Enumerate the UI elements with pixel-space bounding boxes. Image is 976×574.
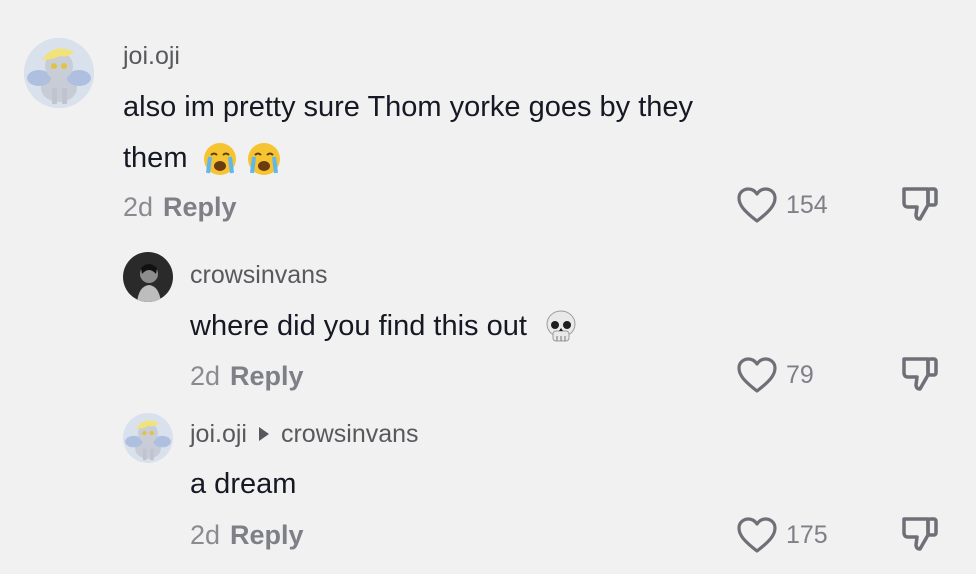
- comment-meta: 2d Reply: [123, 192, 237, 223]
- comment-username-row: joi.oji crowsinvans: [190, 420, 419, 449]
- like-count: 175: [786, 520, 828, 549]
- comment-text-line: where did you find this out: [190, 310, 527, 342]
- reply-button[interactable]: Reply: [230, 361, 304, 391]
- dislike-button[interactable]: [900, 515, 940, 558]
- thumbs-down-icon: [902, 187, 938, 221]
- dislike-button[interactable]: [900, 355, 940, 398]
- crying-face-icon: [203, 143, 236, 176]
- heart-icon: [737, 187, 777, 223]
- comment-meta: 2d Reply: [190, 520, 304, 551]
- reply-button[interactable]: Reply: [163, 192, 237, 222]
- comment-username[interactable]: joi.oji: [190, 420, 247, 448]
- comment-age: 2d: [190, 361, 221, 391]
- comment-meta: 2d Reply: [190, 361, 304, 392]
- like-button[interactable]: 79: [736, 356, 814, 394]
- like-count: 79: [786, 360, 814, 389]
- dislike-button[interactable]: [900, 185, 940, 228]
- like-count: 154: [786, 190, 828, 219]
- pony-avatar-icon: [24, 38, 94, 108]
- heart-icon: [737, 517, 777, 553]
- avatar[interactable]: [123, 413, 173, 463]
- avatar[interactable]: [123, 252, 173, 302]
- comment-text: also im pretty sure Thom yorke goes by t…: [123, 80, 693, 134]
- user-photo-avatar-icon: [123, 252, 173, 302]
- reply-to-username[interactable]: crowsinvans: [281, 420, 419, 448]
- thumbs-down-icon: [902, 357, 938, 391]
- reply-arrow-icon: [258, 427, 269, 442]
- pony-avatar-icon: [123, 413, 173, 463]
- comment-text-line: a dream: [190, 468, 297, 500]
- reply-button[interactable]: Reply: [230, 520, 304, 550]
- comment-text: where did you find this out: [190, 299, 579, 353]
- comment-text: them: [123, 131, 282, 185]
- heart-icon: [737, 357, 777, 393]
- comment-text-line: them: [123, 142, 188, 174]
- like-button[interactable]: 154: [736, 186, 828, 224]
- comment-text-line: also im pretty sure Thom yorke goes by t…: [123, 91, 694, 123]
- comment-username[interactable]: crowsinvans: [190, 261, 328, 290]
- skull-icon: [546, 310, 576, 342]
- comment-username[interactable]: joi.oji: [123, 42, 180, 71]
- thumbs-down-icon: [902, 517, 938, 551]
- comment-text: a dream: [190, 457, 296, 511]
- like-button[interactable]: 175: [736, 516, 828, 554]
- crying-face-icon: [247, 143, 280, 176]
- comment-age: 2d: [123, 192, 154, 222]
- comment-age: 2d: [190, 520, 221, 550]
- avatar[interactable]: [24, 38, 94, 108]
